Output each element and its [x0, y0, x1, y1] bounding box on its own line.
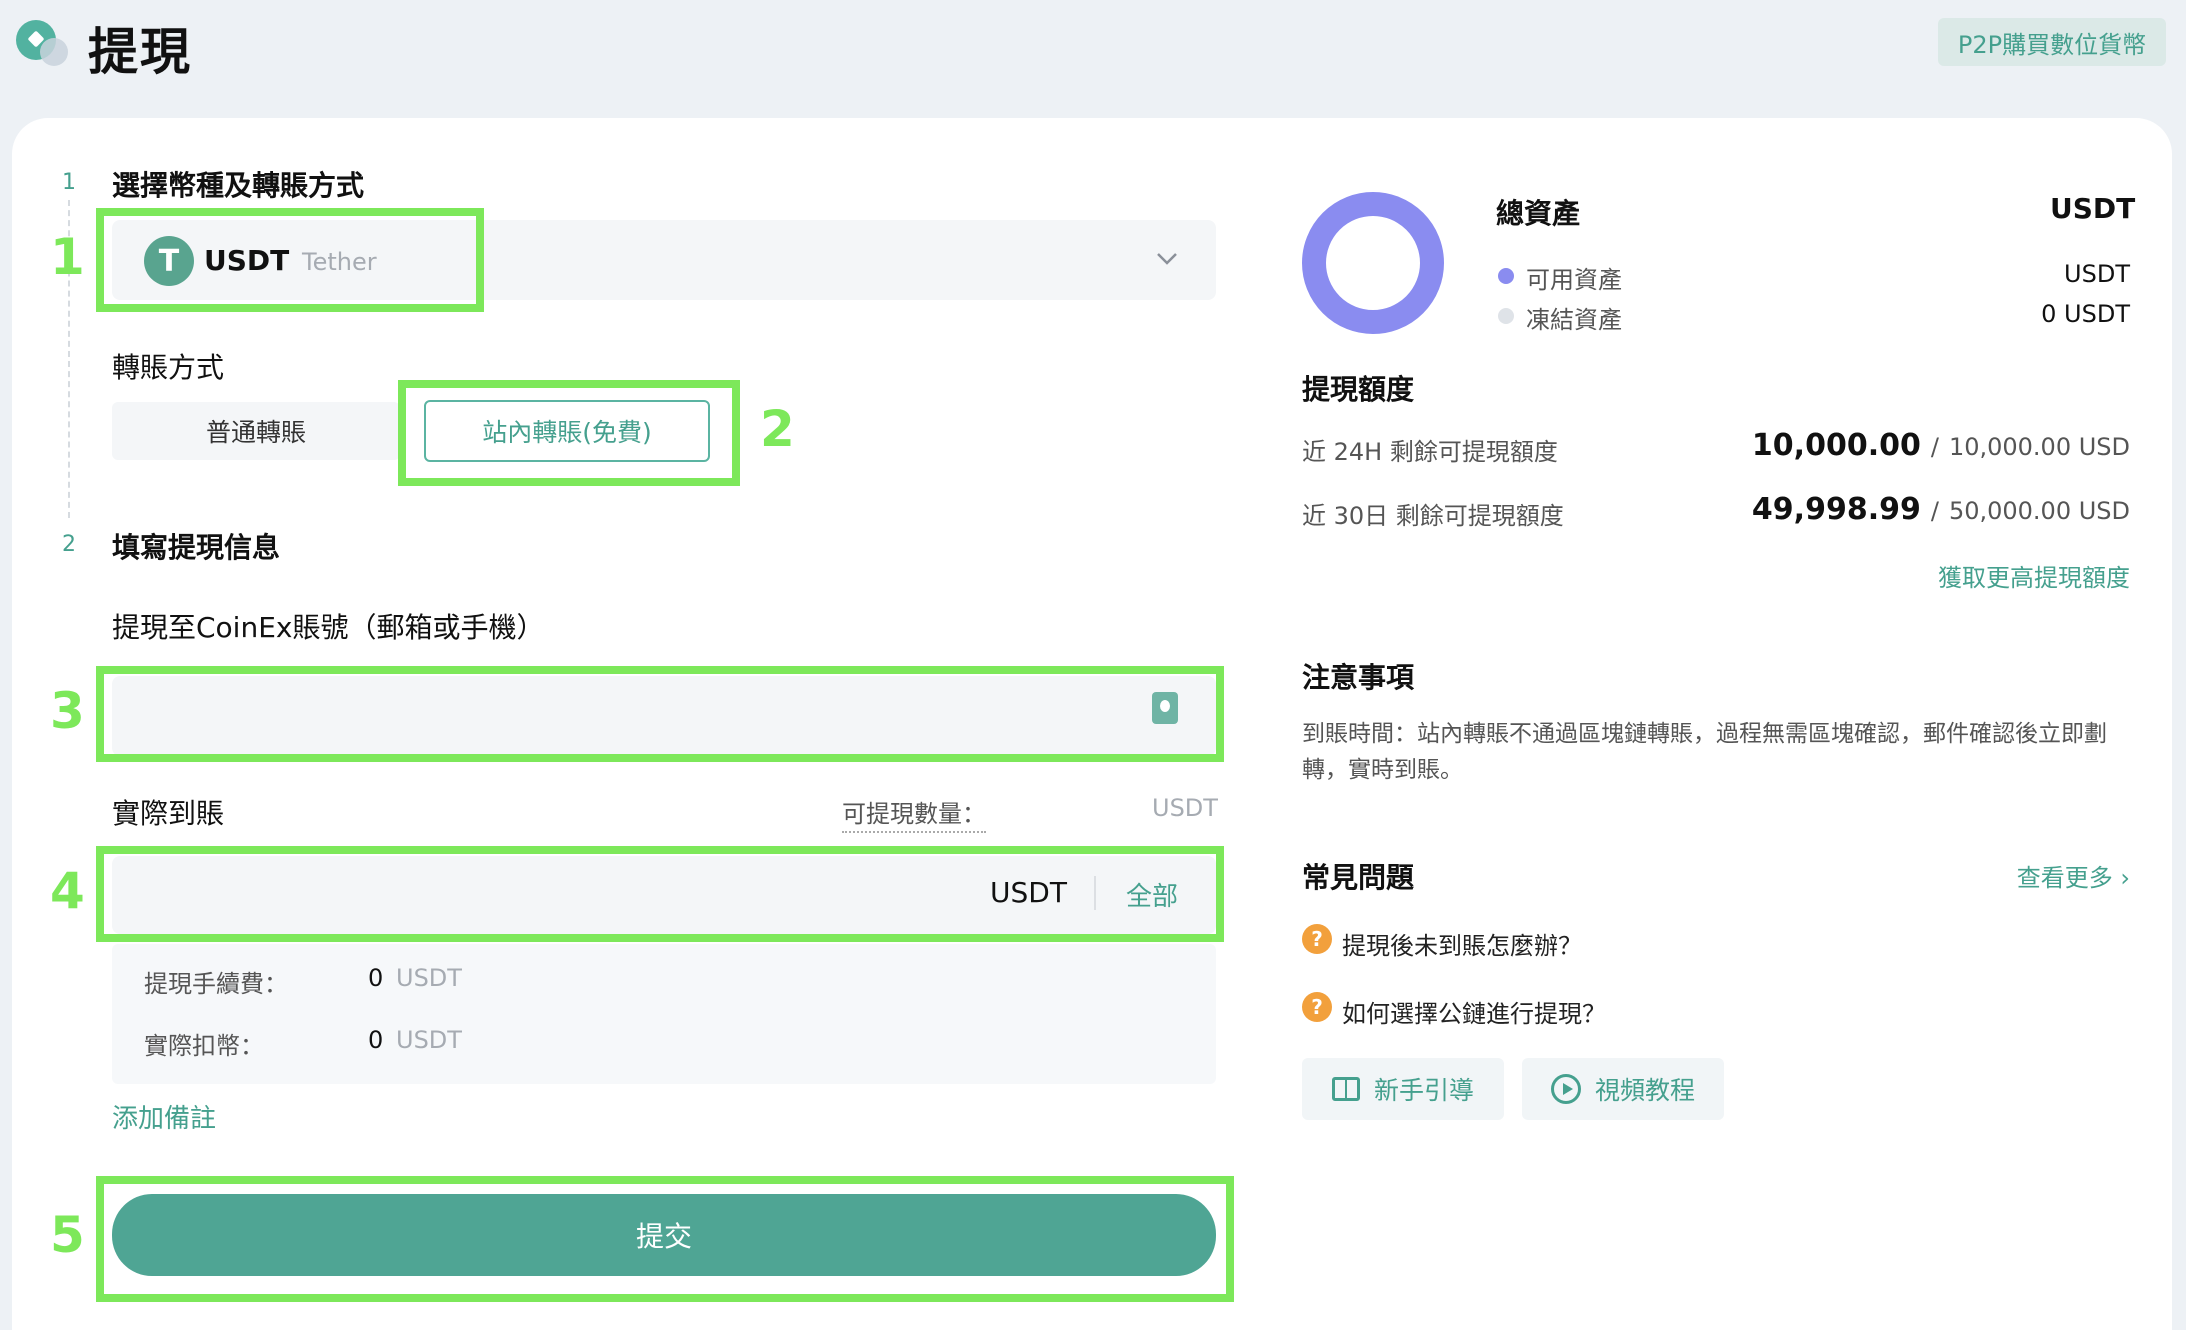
deduct-unit: USDT	[396, 1026, 462, 1054]
available-assets-label: 可用資產	[1526, 266, 1622, 294]
transfer-method-label: 轉賬方式	[112, 351, 225, 384]
highlight-box-1	[96, 208, 484, 312]
step-2-number: 2	[62, 532, 76, 557]
actual-received-label: 實際到賬	[112, 797, 225, 830]
page-title: 提現	[88, 23, 192, 81]
higher-limit-link[interactable]: 獲取更高提現額度	[1880, 558, 2130, 593]
deduct-value: 0	[368, 1026, 384, 1054]
notes-title: 注意事項	[1302, 661, 1415, 694]
limit-24h-label: 近 24H 剩餘可提現額度	[1302, 438, 1558, 466]
question-icon: ?	[1302, 924, 1332, 954]
step-2-title: 填寫提現信息	[112, 531, 281, 564]
available-amount-label[interactable]: 可提現數量：	[842, 794, 986, 833]
withdraw-fee-label: 提現手續費：	[144, 970, 288, 998]
notes-text: 到賬時間：站內轉賬不通過區塊鏈轉賬，過程無需區塊確認，郵件確認後立即劃轉，實時到…	[1302, 721, 2107, 783]
faq-item-1[interactable]: 提現後未到賬怎麼辦？	[1342, 926, 1582, 961]
available-amount-unit: USDT	[1152, 794, 1218, 822]
limit-24h-slash: /	[1930, 433, 1939, 461]
deduct-label: 實際扣幣：	[144, 1032, 264, 1060]
highlight-number-4: 4	[50, 862, 85, 920]
limit-30d-value: 49,998.99	[1751, 492, 1921, 527]
limit-30d-total: 50,000.00 USD	[1948, 497, 2130, 525]
step-1-number: 1	[62, 170, 76, 195]
total-assets-unit: USDT	[2050, 192, 2136, 225]
faq-title: 常見問題	[1302, 861, 1415, 894]
add-remark-link[interactable]: 添加備註	[112, 1098, 216, 1135]
asset-ring-chart	[1302, 192, 1444, 334]
frozen-assets-value: 0 USDT	[2041, 300, 2130, 328]
highlight-box-3	[96, 666, 1224, 762]
beginner-guide-label: 新手引導	[1373, 1076, 1474, 1105]
chevron-down-icon[interactable]	[1150, 242, 1184, 276]
highlight-box-5	[96, 1176, 1234, 1302]
limit-24h-value: 10,000.00	[1751, 428, 1921, 463]
highlight-number-3: 3	[50, 682, 85, 740]
faq-item-2[interactable]: 如何選擇公鏈進行提現？	[1342, 994, 1606, 1029]
video-tutorial-label: 視頻教程	[1594, 1076, 1695, 1105]
available-assets-dot	[1498, 268, 1514, 284]
highlight-box-4	[96, 846, 1224, 942]
available-assets-value: USDT	[2064, 260, 2130, 288]
highlight-number-1: 1	[50, 228, 85, 286]
question-icon: ?	[1302, 992, 1332, 1022]
limit-24h-row: 10,000.00 / 10,000.00 USD	[1680, 428, 2130, 463]
withdraw-fee-unit: USDT	[396, 964, 462, 992]
total-assets-title: 總資產	[1496, 197, 1581, 230]
highlight-box-2	[398, 380, 740, 486]
transfer-normal-option[interactable]: 普通轉賬	[112, 402, 400, 460]
limit-24h-total: 10,000.00 USD	[1948, 433, 2130, 461]
frozen-assets-dot	[1498, 308, 1514, 324]
beginner-guide-button[interactable]: 新手引導	[1302, 1058, 1504, 1120]
limits-title: 提現額度	[1302, 373, 1415, 406]
book-icon	[1331, 1077, 1360, 1101]
play-icon	[1550, 1074, 1581, 1104]
limit-30d-slash: /	[1930, 497, 1939, 525]
p2p-buy-button[interactable]: P2P購買數位貨幣	[1938, 18, 2166, 66]
faq-more-link[interactable]: 查看更多 ›	[1960, 858, 2130, 893]
withdraw-fee-value: 0	[368, 964, 384, 992]
coinex-logo	[16, 20, 70, 68]
step-1-title: 選擇幣種及轉賬方式	[112, 169, 365, 202]
limit-30d-label: 近 30日 剩餘可提現額度	[1302, 502, 1564, 530]
video-tutorial-button[interactable]: 視頻教程	[1522, 1058, 1724, 1120]
limit-30d-row: 49,998.99 / 50,000.00 USD	[1680, 492, 2130, 527]
frozen-assets-label: 凍結資產	[1526, 306, 1622, 334]
account-label: 提現至CoinEx賬號（郵箱或手機）	[112, 611, 545, 644]
highlight-number-2: 2	[760, 400, 795, 458]
highlight-number-5: 5	[50, 1206, 85, 1264]
